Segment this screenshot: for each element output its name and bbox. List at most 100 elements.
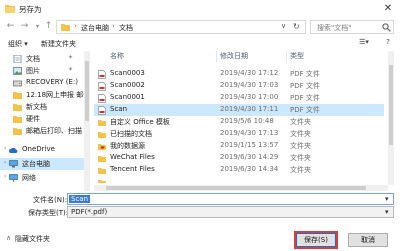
file-name: WeChat Files: [110, 153, 155, 161]
folder-icon: [5, 5, 15, 13]
search-box[interactable]: 搜索"文档": [310, 20, 394, 34]
sidebar-item-recovery-drive[interactable]: RECOVERY (E:): [0, 77, 90, 89]
computer-icon: [9, 160, 18, 168]
file-list-hscrollbar[interactable]: [94, 185, 388, 191]
file-name: 我的数据源: [110, 142, 145, 150]
sidebar-item-pictures[interactable]: 图片 ✦: [0, 65, 90, 77]
hide-folders-toggle[interactable]: 隐藏文件夹: [15, 234, 50, 244]
network-icon: [9, 174, 18, 182]
cancel-button[interactable]: 取消: [348, 233, 388, 247]
column-divider[interactable]: [216, 51, 217, 62]
chevron-right-icon[interactable]: ›: [4, 173, 6, 180]
file-row-partial[interactable]: [94, 176, 384, 183]
filename-input[interactable]: Scan ▾: [67, 193, 394, 205]
sidebar-item-network[interactable]: › 网络: [0, 172, 90, 184]
file-type: 文件夹: [290, 118, 311, 126]
column-header-date[interactable]: 修改日期: [220, 51, 248, 61]
file-name: Tencent Files: [110, 165, 155, 173]
file-row[interactable]: 自定义 Office 模板 2019/5/6 10:48 文件夹: [94, 116, 384, 128]
file-row[interactable]: Scan0001 2019/4/30 17:00 PDF 文件: [94, 92, 384, 104]
up-button[interactable]: ↑: [42, 20, 55, 33]
sidebar-item-label: 网络: [22, 174, 36, 182]
refresh-icon[interactable]: ↻: [293, 22, 300, 31]
sidebar-item-label: 这台电脑: [22, 160, 50, 168]
column-header-name[interactable]: 名称: [110, 51, 124, 61]
document-icon: [13, 55, 22, 63]
help-icon: ?: [386, 38, 390, 46]
sidebar-item-this-pc[interactable]: › 这台电脑: [0, 158, 90, 170]
file-row[interactable]: Scan0003 2019/4/30 17:12 PDF 文件: [94, 68, 384, 80]
file-name: Scan0001: [110, 93, 145, 101]
save-type-label: 保存类型(T):: [28, 209, 69, 217]
file-row[interactable]: 已扫描的文档 2019/4/30 17:13 文件夹: [94, 128, 384, 140]
chevron-right-icon[interactable]: ›: [4, 159, 6, 166]
help-button[interactable]: ?: [382, 38, 394, 49]
file-date: 2019/4/30 17:13: [220, 129, 279, 137]
arrow-right-icon: →: [20, 21, 29, 31]
folder-icon: [13, 116, 22, 123]
address-dropdown-icon[interactable]: ∨: [281, 22, 286, 30]
file-list-scrollbar[interactable]: [388, 51, 394, 185]
chevron-up-icon[interactable]: ∧: [6, 234, 11, 242]
sidebar-item-label: 文档: [26, 55, 40, 63]
breadcrumb-separator-icon: ›: [74, 22, 77, 30]
file-type: 文件夹: [290, 154, 311, 162]
sidebar-item-folder[interactable]: 12.18网上申报 邮件: [0, 89, 90, 101]
sidebar-scrollbar[interactable]: [84, 51, 90, 191]
chevron-down-icon[interactable]: ▾: [385, 208, 389, 216]
file-date: 2019/4/30 17:00: [220, 93, 279, 101]
sidebar-item-folder[interactable]: 硬件: [0, 113, 90, 125]
search-placeholder: 搜索"文档": [317, 24, 352, 32]
folder-icon: [98, 156, 106, 162]
folder-icon: [98, 132, 106, 138]
sidebar-item-folder[interactable]: 新文档: [0, 101, 90, 113]
sidebar-item-documents[interactable]: 文档 ✦: [0, 53, 90, 65]
breadcrumb-this-pc[interactable]: 这台电脑: [81, 23, 109, 33]
breadcrumb-separator-icon: ›: [112, 22, 115, 30]
forward-button[interactable]: →: [18, 20, 31, 33]
column-divider[interactable]: [286, 51, 287, 62]
pdf-file-icon: [98, 82, 106, 91]
file-list-hscrollbar-thumb[interactable]: [106, 186, 366, 190]
chevron-down-icon[interactable]: ▾: [385, 195, 389, 203]
new-folder-button[interactable]: 新建文件夹: [41, 39, 76, 49]
file-date: 2019/4/30 17:11: [220, 105, 279, 113]
save-button[interactable]: 保存(S): [296, 233, 336, 247]
chevron-right-icon[interactable]: ›: [4, 145, 6, 152]
window-title: 另存为: [19, 5, 42, 14]
file-name: 已扫描的文档: [110, 130, 152, 138]
sidebar-item-onedrive[interactable]: › OneDrive: [0, 144, 90, 156]
sidebar-scrollbar-thumb[interactable]: [85, 61, 89, 121]
view-options-button[interactable]: ☰▾: [358, 38, 370, 49]
breadcrumb-documents[interactable]: 文档: [119, 23, 133, 33]
file-row[interactable]: Tencent Files 2019/6/30 14:34 文件夹: [94, 164, 384, 176]
sidebar-item-label: 12.18网上申报 邮件: [26, 91, 90, 99]
folder-icon: [13, 128, 22, 135]
sidebar-item-folder[interactable]: 邮箱后打印、扫描: [0, 125, 90, 137]
save-type-value: PDF(*.pdf): [71, 208, 108, 216]
organize-menu[interactable]: 组织 ▾: [8, 39, 28, 49]
close-button[interactable]: ✕: [381, 2, 395, 16]
sidebar-item-label: OneDrive: [22, 145, 55, 153]
file-type: PDF 文件: [290, 82, 320, 90]
save-type-select[interactable]: PDF(*.pdf) ▾: [67, 206, 394, 218]
pdf-file-icon: [98, 70, 106, 79]
picture-icon: [13, 67, 22, 75]
file-row[interactable]: WeChat Files 2019/6/30 14:29 文件夹: [94, 152, 384, 164]
address-bar[interactable]: › 这台电脑 › 文档 ∨ ↻: [56, 20, 306, 34]
pin-icon: ✦: [68, 54, 74, 61]
column-header-type[interactable]: 类型: [290, 51, 304, 61]
sidebar-item-label: 硬件: [26, 115, 40, 123]
file-date: 2019/1/15 13:57: [220, 141, 279, 149]
file-name: Scan0003: [110, 69, 145, 77]
file-row[interactable]: 我的数据源 2019/1/15 13:57 文件夹: [94, 140, 384, 152]
file-row[interactable]: Scan0002 2019/4/30 17:03 PDF 文件: [94, 80, 384, 92]
file-row[interactable]: Scan 2019/4/30 17:11 PDF 文件: [94, 104, 384, 116]
folder-icon: [98, 180, 106, 183]
navigation-pane: 文档 ✦ 图片 ✦ RECOVERY (E:) 12.18网上申报 邮件 新文档…: [0, 51, 90, 191]
view-list-icon: ☰▾: [359, 38, 369, 46]
file-date: 2019/4/30 17:12: [220, 69, 279, 77]
file-name: Scan0002: [110, 81, 145, 89]
file-list-scrollbar-thumb[interactable]: [389, 65, 393, 145]
back-button[interactable]: ←: [4, 20, 17, 33]
